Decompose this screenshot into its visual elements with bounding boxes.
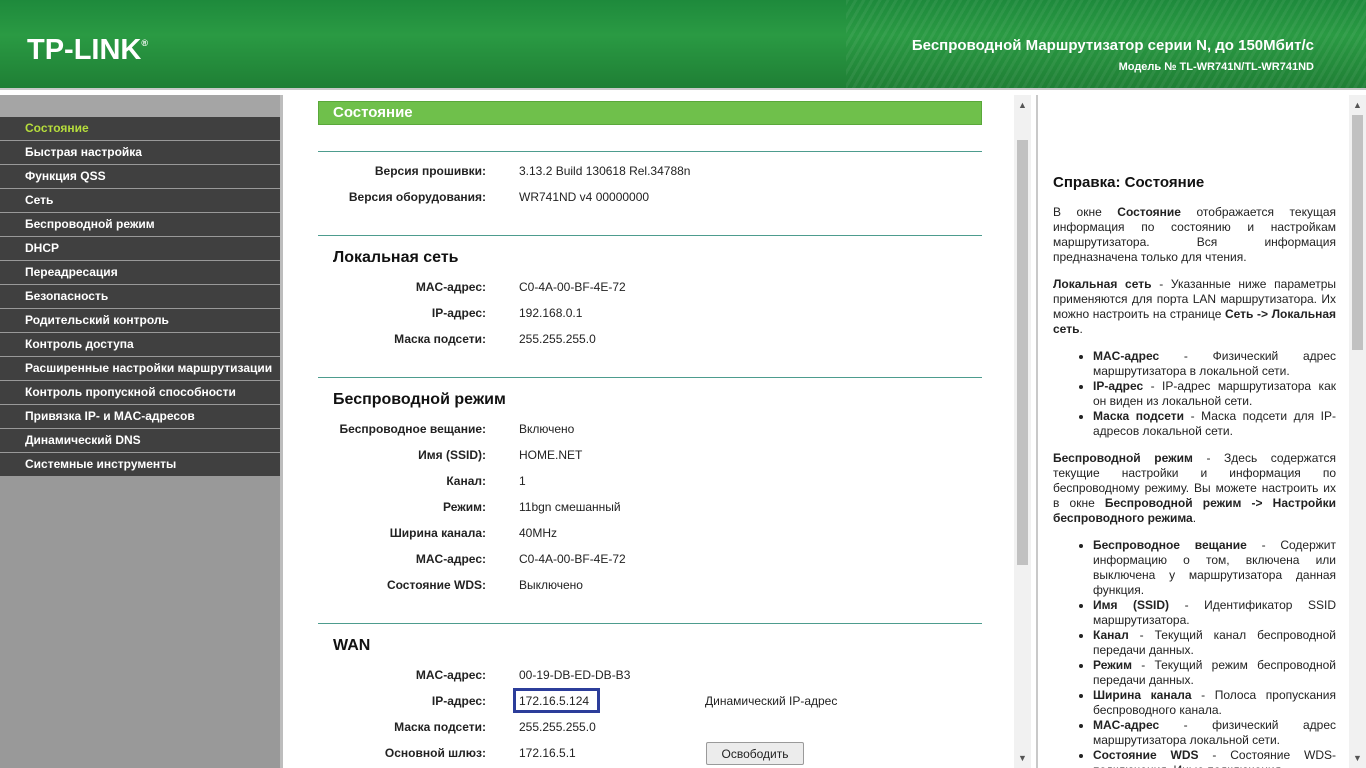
firmware-label: Версия прошивки:: [374, 164, 486, 178]
model-number: Модель № TL-WR741N/TL-WR741ND: [1118, 61, 1314, 73]
sidebar-item-system-tools[interactable]: Системные инструменты: [0, 453, 280, 476]
wireless-ssid-value: HOME.NET: [519, 448, 583, 462]
divider: [318, 151, 982, 152]
wan-mac-value: 00-19-DB-ED-DB-B3: [519, 668, 631, 682]
help-body: В окне Состояние отображается текущая ин…: [1053, 205, 1336, 768]
sidebar-item-ip-mac-binding[interactable]: Привязка IP- и MAC-адресов: [0, 405, 280, 428]
wireless-mac-value: C0-4A-00-BF-4E-72: [519, 552, 626, 566]
help-panel: Справка: Состояние В окне Состояние отоб…: [1036, 95, 1349, 768]
sidebar-item-status[interactable]: Состояние: [0, 117, 280, 140]
list-item: Канал - Текущий канал беспроводной перед…: [1093, 628, 1336, 658]
wireless-mode-label: Режим:: [443, 500, 486, 514]
wan-ip-label: IP-адрес:: [431, 694, 486, 708]
sidebar-item-forwarding[interactable]: Переадресация: [0, 261, 280, 284]
wan-mask-label: Маска подсети:: [394, 720, 486, 734]
list-item: MAC-адрес - физический адрес маршрутизат…: [1093, 718, 1336, 748]
main-scrollbar[interactable]: ▲ ▼: [1014, 95, 1031, 768]
lan-ip-label: IP-адрес:: [431, 306, 486, 320]
wireless-heading: Беспроводной режим: [333, 391, 506, 408]
sidebar-item-security[interactable]: Безопасность: [0, 285, 280, 308]
wan-mask-value: 255.255.255.0: [519, 720, 596, 734]
wireless-mode-value: 11bgn смешанный: [519, 500, 621, 514]
lan-mac-value: C0-4A-00-BF-4E-72: [519, 280, 626, 294]
sidebar-item-wireless[interactable]: Беспроводной режим: [0, 213, 280, 236]
wan-gateway-label: Основной шлюз:: [384, 746, 486, 760]
firmware-value: 3.13.2 Build 130618 Rel.34788n: [519, 164, 691, 178]
list-item: Режим - Текущий режим беспроводной перед…: [1093, 658, 1336, 688]
product-title: Беспроводной Маршрутизатор серии N, до 1…: [911, 37, 1314, 54]
list-item: IP-адрес - IP-адрес маршрутизатора как о…: [1093, 379, 1336, 409]
list-item: Беспроводное вещание - Содержит информац…: [1093, 538, 1336, 598]
list-item: MAC-адрес - Физический адрес маршрутизат…: [1093, 349, 1336, 379]
wireless-wds-value: Выключено: [519, 578, 583, 592]
lan-ip-value: 192.168.0.1: [519, 306, 583, 320]
release-button[interactable]: Освободить: [706, 742, 804, 765]
lan-heading: Локальная сеть: [333, 249, 459, 266]
wireless-width-value: 40MHz: [519, 526, 558, 540]
list-item: Имя (SSID) - Идентификатор SSID маршрути…: [1093, 598, 1336, 628]
wireless-broadcast-label: Беспроводное вещание:: [339, 422, 486, 436]
wan-heading: WAN: [333, 637, 371, 654]
page-title: Состояние: [318, 101, 982, 125]
help-lan-paragraph: Локальная сеть - Указанные ниже параметр…: [1053, 277, 1336, 336]
status-panel: Состояние Версия прошивки: 3.13.2 Build …: [286, 95, 1032, 768]
scroll-down-icon[interactable]: ▼: [1014, 750, 1031, 767]
help-wireless-list: Беспроводное вещание - Содержит информац…: [1093, 538, 1336, 768]
sidebar-item-dynamic-dns[interactable]: Динамический DNS: [0, 429, 280, 452]
lan-mask-value: 255.255.255.0: [519, 332, 596, 346]
sidebar-nav: Состояние Быстрая настройка Функция QSS …: [0, 95, 283, 768]
wireless-wds-label: Состояние WDS:: [386, 578, 486, 592]
scroll-up-icon[interactable]: ▲: [1014, 97, 1031, 114]
sidebar-item-quick-setup[interactable]: Быстрая настройка: [0, 141, 280, 164]
lan-mask-label: Маска подсети:: [394, 332, 486, 346]
sidebar-item-dhcp[interactable]: DHCP: [0, 237, 280, 260]
list-item: Маска подсети - Маска подсети для IP-адр…: [1093, 409, 1336, 439]
wan-ip-value: 172.16.5.124: [519, 694, 590, 708]
wireless-broadcast-value: Включено: [519, 422, 575, 436]
header-banner: TP-LINK® Беспроводной Маршрутизатор сери…: [0, 0, 1366, 90]
wireless-channel-label: Канал:: [446, 474, 486, 488]
help-intro: В окне Состояние отображается текущая ин…: [1053, 205, 1336, 264]
sidebar-item-advanced-routing[interactable]: Расширенные настройки маршрутизации: [0, 357, 280, 380]
frame-splitter[interactable]: [280, 95, 283, 768]
sidebar-item-access-control[interactable]: Контроль доступа: [0, 333, 280, 356]
sidebar-item-network[interactable]: Сеть: [0, 189, 280, 212]
scroll-up-icon[interactable]: ▲: [1349, 97, 1366, 114]
divider: [318, 235, 982, 236]
wireless-channel-value: 1: [519, 474, 526, 488]
sidebar-item-bandwidth-control[interactable]: Контроль пропускной способности: [0, 381, 280, 404]
help-wireless-paragraph: Беспроводной режим - Здесь содержатся те…: [1053, 451, 1336, 525]
wan-gateway-value: 172.16.5.1: [519, 746, 576, 760]
list-item: Ширина канала - Полоса пропускания беспр…: [1093, 688, 1336, 718]
tp-link-logo: TP-LINK®: [27, 34, 149, 66]
scroll-thumb[interactable]: [1017, 140, 1028, 565]
sidebar-item-qss[interactable]: Функция QSS: [0, 165, 280, 188]
wireless-width-label: Ширина канала:: [389, 526, 486, 540]
help-lan-list: MAC-адрес - Физический адрес маршрутизат…: [1093, 349, 1336, 439]
scroll-thumb[interactable]: [1352, 115, 1363, 350]
wireless-ssid-label: Имя (SSID):: [418, 448, 486, 462]
help-scrollbar[interactable]: ▲ ▼: [1349, 95, 1366, 768]
wireless-mac-label: MAC-адрес:: [415, 552, 486, 566]
wan-mac-label: MAC-адрес:: [415, 668, 486, 682]
divider: [318, 377, 982, 378]
scroll-down-icon[interactable]: ▼: [1349, 750, 1366, 767]
lan-mac-label: MAC-адрес:: [415, 280, 486, 294]
sidebar-item-parental-control[interactable]: Родительский контроль: [0, 309, 280, 332]
hardware-label: Версия оборудования:: [348, 190, 486, 204]
help-title: Справка: Состояние: [1053, 174, 1205, 191]
divider: [318, 623, 982, 624]
wan-connection-type: Динамический IP-адрес: [705, 694, 838, 708]
hardware-value: WR741ND v4 00000000: [519, 190, 650, 204]
list-item: Состояние WDS - Состояние WDS-подключени…: [1093, 748, 1336, 768]
